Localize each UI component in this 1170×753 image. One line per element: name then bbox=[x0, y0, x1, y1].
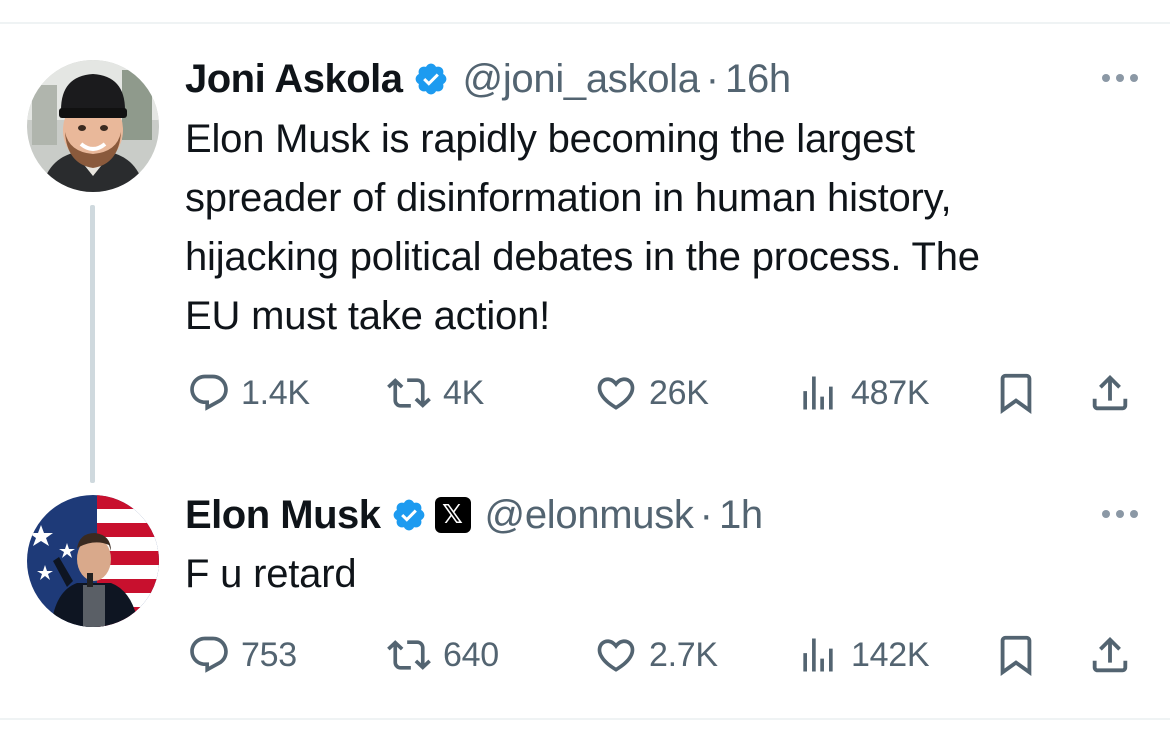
more-options-icon[interactable] bbox=[1102, 510, 1138, 518]
like-count: 26K bbox=[649, 373, 709, 412]
like-button[interactable]: 26K bbox=[593, 370, 709, 416]
repost-count: 640 bbox=[443, 635, 499, 674]
reply-count: 1.4K bbox=[241, 373, 310, 412]
repost-icon bbox=[385, 633, 433, 677]
bookmark-button[interactable] bbox=[993, 632, 1039, 678]
tweet-text-line: hijacking political debates in the proce… bbox=[185, 235, 980, 279]
tweet-header: Elon Musk 𝕏 @elonmusk · 1h bbox=[185, 490, 763, 540]
author-handle[interactable]: @joni_askola bbox=[463, 57, 700, 102]
action-bar: 753 640 2.7K 142K bbox=[185, 632, 1140, 678]
tweet-text-line: EU must take action! bbox=[185, 294, 551, 338]
share-button[interactable] bbox=[1087, 632, 1133, 678]
tweet-text-line: spreader of disinformation in human hist… bbox=[185, 176, 952, 220]
timestamp[interactable]: 16h bbox=[725, 57, 791, 102]
more-options-icon[interactable] bbox=[1102, 74, 1138, 82]
like-icon bbox=[593, 371, 639, 415]
views-button[interactable]: 487K bbox=[795, 370, 930, 416]
like-button[interactable]: 2.7K bbox=[593, 632, 718, 678]
timestamp[interactable]: 1h bbox=[719, 493, 763, 538]
bookmark-button[interactable] bbox=[993, 370, 1039, 416]
like-icon bbox=[593, 633, 639, 677]
views-icon bbox=[795, 633, 841, 677]
bottom-divider bbox=[0, 718, 1170, 720]
tweet-text: F u retard bbox=[185, 545, 357, 604]
reply-icon bbox=[187, 633, 231, 677]
avatar-elon-musk[interactable] bbox=[27, 495, 159, 627]
share-icon bbox=[1087, 632, 1133, 678]
verified-badge-icon[interactable] bbox=[391, 497, 427, 533]
reply-icon bbox=[187, 371, 231, 415]
bookmark-icon bbox=[993, 632, 1039, 678]
views-button[interactable]: 142K bbox=[795, 632, 930, 678]
bookmark-icon bbox=[993, 370, 1039, 416]
like-count: 2.7K bbox=[649, 635, 718, 674]
tweet-text-line: F u retard bbox=[185, 552, 357, 596]
repost-icon bbox=[385, 371, 433, 415]
views-icon bbox=[795, 371, 841, 415]
repost-button[interactable]: 4K bbox=[385, 370, 484, 416]
x-affiliate-badge-icon[interactable]: 𝕏 bbox=[434, 497, 471, 533]
top-divider bbox=[0, 22, 1170, 24]
author-name[interactable]: Joni Askola bbox=[185, 57, 403, 102]
reply-count: 753 bbox=[241, 635, 297, 674]
thread-connector-line bbox=[90, 205, 95, 483]
separator-dot: · bbox=[705, 56, 720, 101]
reply-button[interactable]: 753 bbox=[187, 632, 297, 678]
share-icon bbox=[1087, 370, 1133, 416]
tweet-text: Elon Musk is rapidly becoming the larges… bbox=[185, 110, 1125, 346]
verified-badge-icon[interactable] bbox=[413, 61, 449, 97]
avatar-joni-askola[interactable] bbox=[27, 60, 159, 192]
author-handle[interactable]: @elonmusk bbox=[485, 493, 694, 538]
author-name[interactable]: Elon Musk bbox=[185, 493, 381, 538]
views-count: 487K bbox=[851, 373, 930, 412]
views-count: 142K bbox=[851, 635, 930, 674]
separator-dot: · bbox=[699, 492, 713, 537]
tweet-text-line: Elon Musk is rapidly becoming the larges… bbox=[185, 117, 915, 161]
tweet-header: Joni Askola @joni_askola · 16h bbox=[185, 54, 791, 104]
action-bar: 1.4K 4K 26K 487K bbox=[185, 370, 1140, 416]
reply-button[interactable]: 1.4K bbox=[187, 370, 310, 416]
repost-count: 4K bbox=[443, 373, 484, 412]
repost-button[interactable]: 640 bbox=[385, 632, 499, 678]
share-button[interactable] bbox=[1087, 370, 1133, 416]
